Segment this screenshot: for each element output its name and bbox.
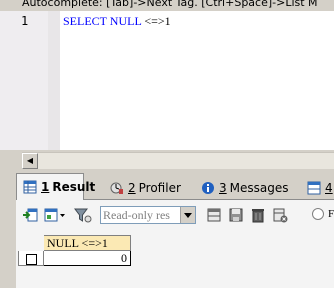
- table-icon: [307, 181, 321, 195]
- tab-number: 1: [41, 180, 50, 194]
- chevron-down-icon[interactable]: [180, 207, 195, 223]
- horizontal-scrollbar[interactable]: ◀: [22, 152, 334, 169]
- fold-margin: [48, 11, 60, 150]
- tab-profiler[interactable]: 2 Profiler: [91, 177, 181, 198]
- tab-number: 2: [128, 181, 136, 195]
- radio-circle-icon: [312, 208, 324, 220]
- save-icon: [229, 208, 243, 222]
- tab-table-data[interactable]: 4: [302, 177, 334, 198]
- grid-mode-icon: [44, 208, 65, 222]
- autocomplete-hint-bar: Autocomplete: [Tab]->Next Tag. [Ctrl+Spa…: [0, 0, 334, 11]
- result-toolbar: Read-only res F: [16, 200, 334, 230]
- insert-row-icon: [207, 208, 221, 222]
- delete-button[interactable]: [250, 206, 266, 224]
- cancel-changes-icon: [273, 208, 288, 223]
- grid-icon: [23, 180, 37, 194]
- tab-label: Profiler: [138, 181, 181, 195]
- row-selector[interactable]: [18, 250, 44, 266]
- tab-result[interactable]: 1 Result: [16, 173, 95, 200]
- line-number: 1: [21, 14, 29, 28]
- filter-button[interactable]: [74, 206, 92, 224]
- grid-cell[interactable]: 0: [43, 250, 131, 266]
- trash-icon: [252, 209, 264, 223]
- readonly-results-select[interactable]: Read-only res: [100, 206, 196, 224]
- cancel-changes-button[interactable]: [272, 206, 288, 224]
- filter-icon: [74, 208, 92, 223]
- grid-mode-button[interactable]: [44, 206, 66, 224]
- readonly-results-text: Read-only res: [103, 208, 170, 222]
- export-button[interactable]: [22, 206, 38, 224]
- line-number-gutter: 1: [0, 11, 48, 150]
- grid-corner: [18, 235, 44, 251]
- form-view-radio[interactable]: F: [312, 208, 334, 220]
- tab-messages[interactable]: 3 Messages: [196, 177, 296, 198]
- radio-label: F: [328, 208, 334, 220]
- info-icon: [201, 181, 215, 195]
- result-tabs: 1 Result 2 Profiler 3 Messages 4: [16, 173, 334, 200]
- grid-header-row: NULL <=>1: [18, 235, 131, 251]
- save-button[interactable]: [228, 206, 244, 224]
- tab-label: Messages: [229, 181, 289, 195]
- scroll-left-arrow-icon[interactable]: ◀: [22, 153, 38, 169]
- column-header[interactable]: NULL <=>1: [43, 235, 131, 251]
- checkbox-icon[interactable]: [25, 253, 37, 265]
- tab-number: 3: [219, 181, 227, 195]
- code-keyword: SELECT NULL: [63, 14, 142, 28]
- export-icon: [23, 208, 38, 222]
- profiler-icon: [110, 181, 124, 195]
- left-frame: [0, 168, 16, 288]
- tab-number: 4: [325, 181, 333, 195]
- code-line[interactable]: SELECT NULL <=>1: [63, 13, 171, 29]
- table-row[interactable]: 0: [18, 250, 131, 266]
- insert-row-button[interactable]: [206, 206, 222, 224]
- sql-editor[interactable]: 1 SELECT NULL <=>1: [0, 11, 334, 150]
- code-text: <=>1: [141, 14, 171, 28]
- autocomplete-hint-text: Autocomplete: [Tab]->Next Tag. [Ctrl+Spa…: [22, 0, 318, 9]
- result-grid: NULL <=>1 0: [18, 235, 131, 266]
- result-grid-area: NULL <=>1 0: [16, 230, 334, 288]
- tab-label: Result: [52, 180, 96, 194]
